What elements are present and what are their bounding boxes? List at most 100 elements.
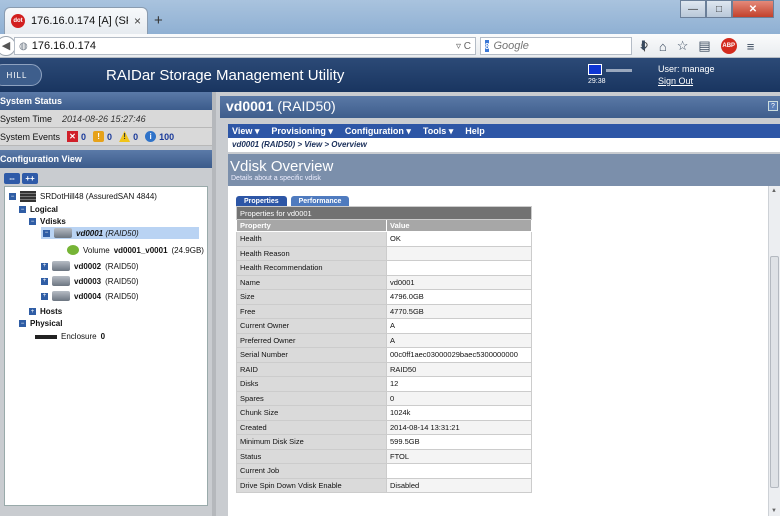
tree-vdisks-node[interactable]: − Vdisks	[29, 217, 66, 226]
tab-properties[interactable]: Properties	[236, 196, 287, 206]
collapse-icon[interactable]: −	[19, 206, 26, 213]
expand-all-button[interactable]: ++	[22, 173, 38, 184]
collapse-icon[interactable]: −	[29, 218, 36, 225]
panel-title: Vdisk Overview	[230, 158, 334, 175]
menu-configuration[interactable]: Configuration ▾	[345, 126, 411, 137]
menu-tools[interactable]: Tools ▾	[423, 126, 453, 137]
tree-vdisk-vd0001[interactable]: − vd0001 (RAID50)	[41, 227, 199, 239]
property-value: 12	[386, 376, 532, 392]
property-value: RAID50	[386, 361, 532, 377]
collapse-icon[interactable]: −	[9, 193, 16, 200]
tree-hosts-node[interactable]: + Hosts	[29, 307, 62, 316]
table-row: Health Recommendation	[236, 260, 532, 276]
vdisk-icon	[52, 261, 70, 271]
table-row: Current Owner A	[236, 318, 532, 334]
property-name: Name	[236, 274, 387, 290]
browser-tab[interactable]: dot 176.16.0.174 [A] (SRDotHill... ×	[4, 7, 148, 34]
collapse-icon[interactable]: −	[19, 320, 26, 327]
connection-monitor: 29:38	[588, 64, 634, 86]
property-value	[386, 463, 532, 479]
reload-icon[interactable]: ▿ C	[456, 41, 471, 52]
tree-vdisk-vd0003[interactable]: + vd0003 (RAID50)	[41, 276, 138, 286]
user-line: User: manage	[658, 64, 715, 74]
help-icon[interactable]: ?	[768, 101, 778, 111]
expand-icon[interactable]: +	[29, 308, 36, 315]
scroll-thumb[interactable]	[770, 256, 779, 488]
tree-enclosure-node[interactable]: Enclosure 0	[35, 332, 105, 341]
property-value: A	[386, 318, 532, 334]
app-header: HILL RAIDar Storage Management Utility 2…	[0, 58, 780, 92]
table-row: Health Reason	[236, 245, 532, 261]
bookmarks-list-icon[interactable]: ▤	[698, 38, 710, 54]
tree-physical-node[interactable]: − Physical	[19, 319, 62, 328]
property-name: Drive Spin Down Vdisk Enable	[236, 477, 387, 493]
property-name: Minimum Disk Size	[236, 434, 387, 450]
window-close-icon[interactable]: ✕	[732, 0, 774, 18]
bookmark-star-icon[interactable]: ☆	[677, 38, 689, 54]
property-name: Size	[236, 289, 387, 305]
expand-icon[interactable]: +	[41, 277, 48, 285]
table-row: Name vd0001	[236, 274, 532, 290]
maximize-icon[interactable]: □	[706, 0, 732, 18]
tab-close-icon[interactable]: ×	[134, 14, 141, 28]
expand-icon[interactable]: +	[41, 292, 48, 300]
tree-vdisk-vd0002[interactable]: + vd0002 (RAID50)	[41, 261, 138, 271]
critical-events[interactable]: ✕ 0	[67, 131, 86, 142]
error-events[interactable]: ! 0	[93, 131, 112, 142]
tree-vdisk-vd0004[interactable]: + vd0004 (RAID50)	[41, 291, 138, 301]
brand-logo: HILL	[0, 64, 42, 86]
menu-help[interactable]: Help	[465, 126, 485, 136]
collapse-all-button[interactable]: --	[4, 173, 20, 184]
table-row: Current Job	[236, 463, 532, 479]
download-icon[interactable]: ⬇	[638, 38, 649, 54]
search-input[interactable]	[493, 40, 637, 52]
expand-icon[interactable]: +	[41, 262, 48, 270]
main-panel: vd0001 (RAID50) ? View ▾ Provisioning ▾ …	[216, 92, 780, 516]
activity-bar	[606, 69, 632, 72]
system-events-label: System Events	[0, 131, 61, 142]
menu-view[interactable]: View ▾	[232, 126, 259, 137]
info-events[interactable]: i 100	[145, 131, 174, 142]
scroll-up-icon[interactable]: ▲	[771, 188, 777, 194]
home-icon[interactable]: ⌂	[659, 39, 667, 54]
collapse-icon[interactable]: −	[43, 229, 50, 237]
property-value: FTOL	[386, 448, 532, 464]
tree-logical-node[interactable]: − Logical	[19, 205, 58, 214]
property-name: Preferred Owner	[236, 332, 387, 348]
url-bar[interactable]: ◍ 176.16.0.174 ▿ C	[14, 37, 476, 55]
scroll-down-icon[interactable]: ▼	[771, 508, 777, 514]
search-bar[interactable]: 8 ⚲	[480, 37, 649, 55]
table-row: Disks 12	[236, 376, 532, 392]
google-icon[interactable]: 8	[485, 40, 490, 52]
adblock-icon[interactable]: ABP	[720, 38, 737, 54]
table-row: Health OK	[236, 231, 532, 247]
tree-system-node[interactable]: − SRDotHill48 (AssuredSAN 4844)	[9, 191, 157, 202]
new-tab-button[interactable]: +	[154, 12, 163, 29]
menu-provisioning[interactable]: Provisioning ▾	[271, 126, 333, 137]
sign-out-link[interactable]: Sign Out	[658, 75, 715, 87]
property-value: 599.5GB	[386, 434, 532, 450]
properties-table: Properties for vd0001 Property Value Hea…	[236, 206, 532, 493]
table-row: Chunk Size 1024k	[236, 405, 532, 421]
vdisk-icon	[52, 291, 70, 301]
url-text[interactable]: 176.16.0.174	[32, 40, 452, 52]
column-header-property: Property	[236, 219, 387, 232]
storage-system-icon	[20, 191, 36, 202]
tree-volume-node[interactable]: Volume vd0001_v0001 (24.9GB)	[67, 245, 204, 255]
property-value: 1024k	[386, 405, 532, 421]
app-title: RAIDar Storage Management Utility	[106, 67, 345, 84]
globe-icon: ◍	[19, 40, 28, 52]
tab-performance[interactable]: Performance	[290, 196, 350, 206]
vdisk-overview-panel: Vdisk Overview Details about a specific …	[228, 154, 780, 516]
table-row: Minimum Disk Size 599.5GB	[236, 434, 532, 450]
property-value	[386, 260, 532, 276]
info-icon: i	[145, 131, 157, 142]
property-name: Chunk Size	[236, 405, 387, 421]
system-events-row: System Events ✕ 0 ! 0 ! 0 i 100	[0, 128, 212, 146]
vdisk-icon	[54, 228, 72, 238]
minimize-icon[interactable]: —	[680, 0, 706, 18]
vertical-scrollbar[interactable]: ▲ ▼	[768, 186, 780, 516]
menu-icon[interactable]: ≡	[747, 39, 755, 54]
property-name: Serial Number	[236, 347, 387, 363]
warning-events[interactable]: ! 0	[119, 131, 138, 142]
